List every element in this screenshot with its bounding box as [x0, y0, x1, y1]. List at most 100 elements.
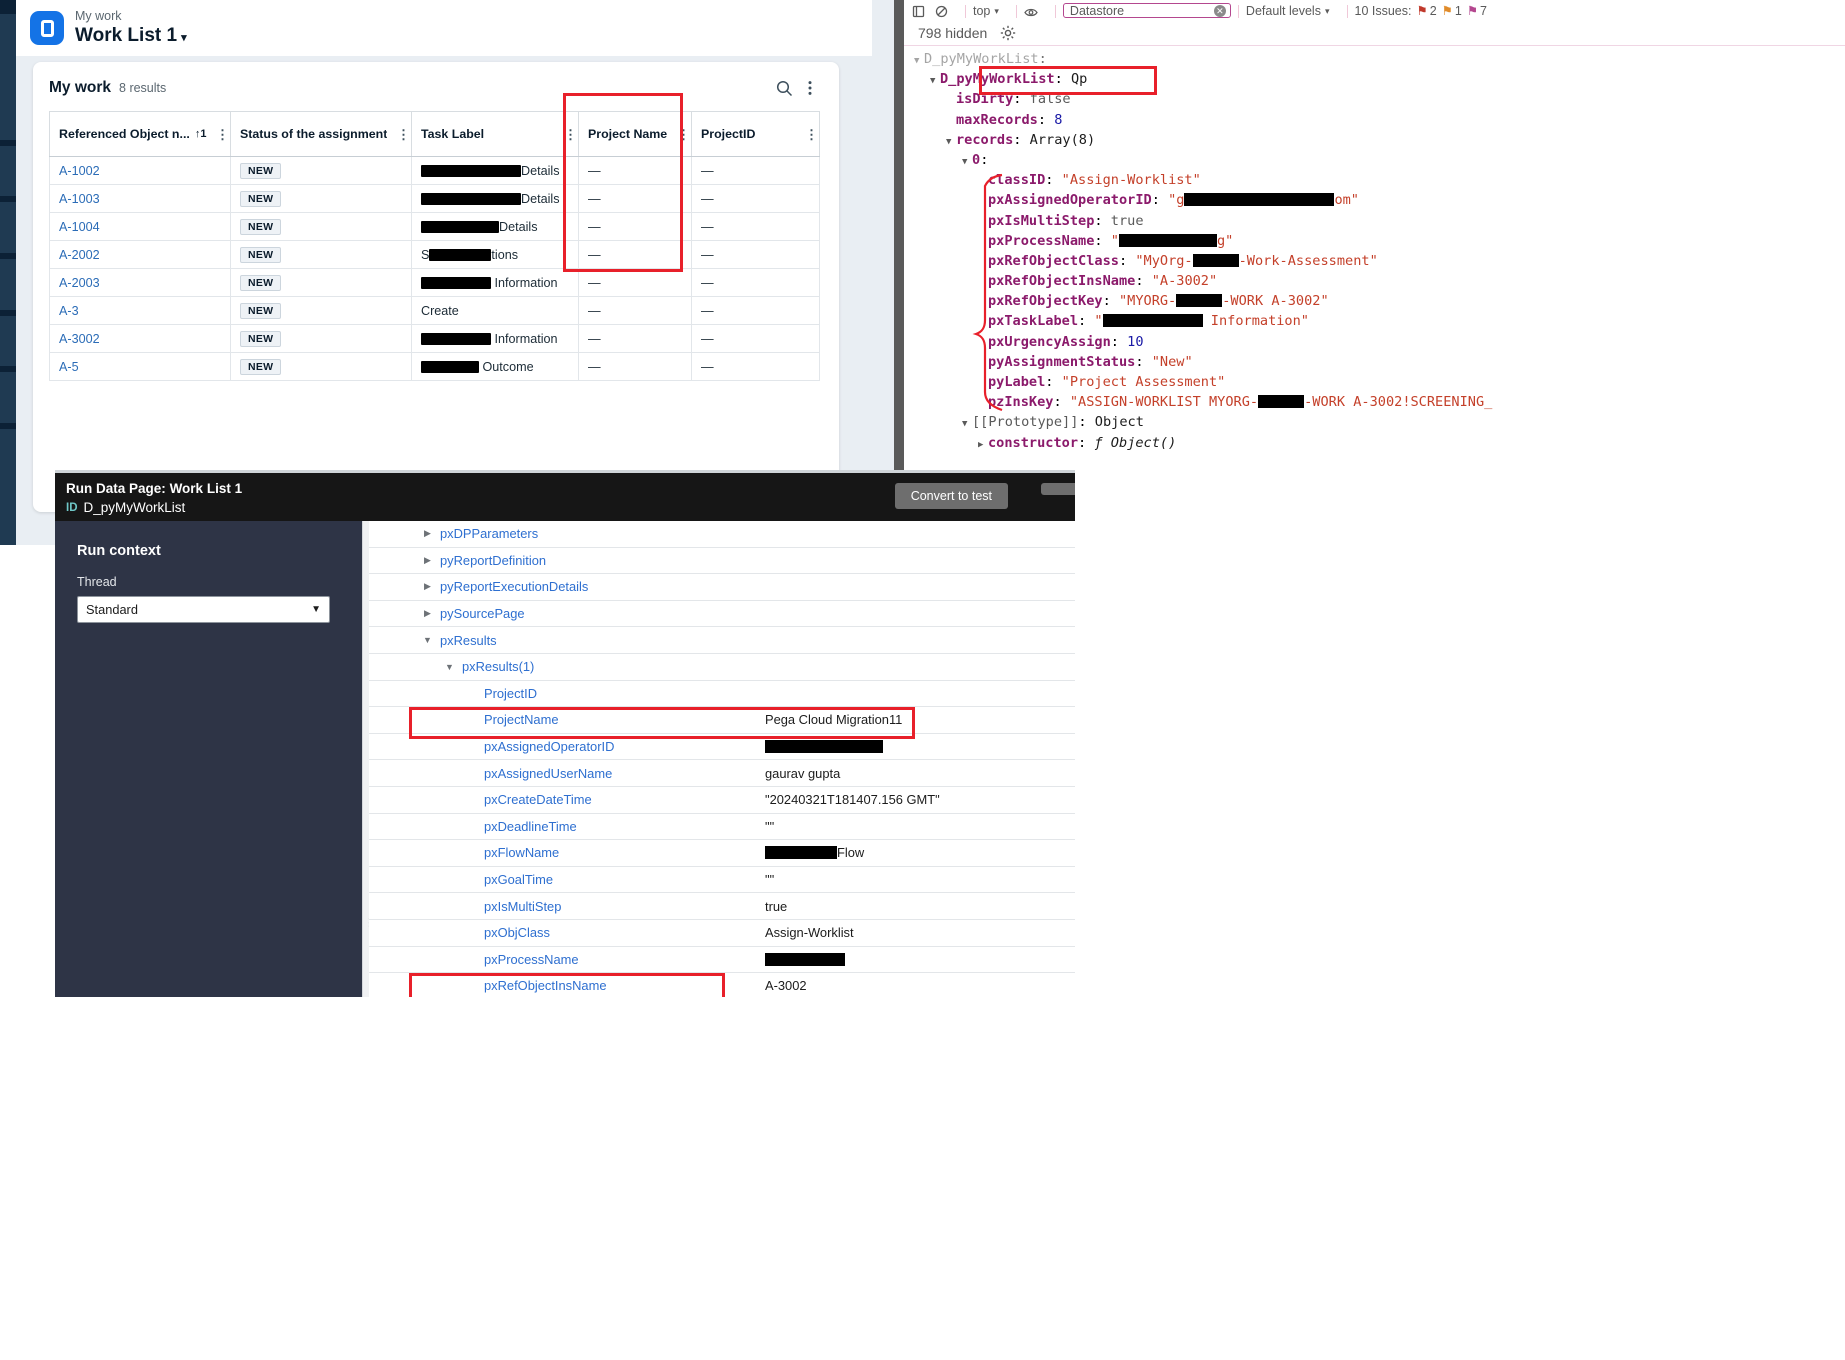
cell-referenced-object[interactable]: A-3: [49, 296, 231, 325]
console-filter-input[interactable]: Datastore ✕: [1062, 3, 1231, 18]
property-row[interactable]: pxAssignedOperatorID: [369, 734, 1075, 761]
thread-select[interactable]: Standard ▼: [77, 596, 330, 623]
table-row[interactable]: A-5 NEW Outcome — —: [49, 352, 820, 381]
property-name[interactable]: pxDeadlineTime: [484, 819, 577, 834]
clear-filter-icon[interactable]: ✕: [1213, 5, 1226, 17]
property-row[interactable]: pxDeadlineTime "": [369, 814, 1075, 841]
column-menu-icon[interactable]: ⋮: [564, 128, 577, 141]
cell-referenced-object[interactable]: A-1004: [49, 212, 231, 241]
property-name[interactable]: ProjectName: [484, 712, 559, 727]
console-line[interactable]: ▼ records: Array(8): [904, 130, 1845, 150]
expand-arrow-icon[interactable]: ▶: [421, 555, 434, 566]
table-row[interactable]: A-3 NEW Create — —: [49, 296, 820, 325]
property-row[interactable]: ProjectID: [369, 681, 1075, 708]
settings-gear-icon[interactable]: [1000, 25, 1016, 41]
cell-referenced-object[interactable]: A-1002: [49, 156, 231, 185]
filter-eye-icon[interactable]: [1024, 7, 1038, 18]
property-row[interactable]: pxFlowName Flow: [369, 840, 1075, 867]
property-row[interactable]: ▶ pxDPParameters: [369, 521, 1075, 548]
console-line[interactable]: ▼ D_pyMyWorkList:: [904, 49, 1845, 69]
column-header-referenced-object[interactable]: Referenced Object n... ↑1 ⋮: [49, 111, 231, 157]
console-line[interactable]: maxRecords: 8: [904, 110, 1845, 130]
collapse-arrow-icon[interactable]: ▼: [962, 414, 972, 434]
collapse-arrow-icon[interactable]: ▼: [443, 662, 456, 672]
property-name[interactable]: ProjectID: [484, 686, 537, 701]
clear-console-icon[interactable]: [935, 5, 948, 18]
issues-counter[interactable]: 10 Issues: ⚑ 2 ⚑ 1 ⚑ 7: [1355, 3, 1488, 19]
property-name[interactable]: pxCreateDateTime: [484, 792, 592, 807]
property-row[interactable]: pxCreateDateTime "20240321T181407.156 GMT…: [369, 787, 1075, 814]
cell-referenced-object[interactable]: A-2003: [49, 268, 231, 297]
console-line[interactable]: pzInsKey: "ASSIGN-WORKLIST MYORG- -WORK A…: [904, 392, 1845, 412]
property-name[interactable]: pyReportExecutionDetails: [440, 579, 588, 594]
console-line[interactable]: ▼ [[Prototype]]: Object: [904, 412, 1845, 432]
console-line[interactable]: ▶ constructor: ƒ Object(): [904, 433, 1845, 453]
expand-arrow-icon[interactable]: ▶: [978, 435, 988, 455]
console-line[interactable]: pxAssignedOperatorID: "g om": [904, 190, 1845, 210]
property-name[interactable]: pxObjClass: [484, 925, 550, 940]
console-line[interactable]: pyLabel: "Project Assessment": [904, 372, 1845, 392]
kebab-menu-icon[interactable]: [797, 75, 823, 101]
collapse-arrow-icon[interactable]: ▼: [914, 51, 924, 71]
property-row[interactable]: ▼ pxResults: [369, 627, 1075, 654]
table-row[interactable]: A-1003 NEW Details — —: [49, 184, 820, 213]
property-row[interactable]: pxAssignedUserName gaurav gupta: [369, 760, 1075, 787]
property-name[interactable]: pyReportDefinition: [440, 553, 546, 568]
devtools-scrollbar[interactable]: [894, 0, 904, 470]
property-name[interactable]: pxResults: [440, 633, 497, 648]
property-row[interactable]: pxObjClass Assign-Worklist: [369, 920, 1075, 947]
console-line[interactable]: pxProcessName: " g": [904, 231, 1845, 251]
table-row[interactable]: A-1004 NEW Details — —: [49, 212, 820, 241]
console-line[interactable]: pxUrgencyAssign: 10: [904, 332, 1845, 352]
expand-arrow-icon[interactable]: ▶: [421, 528, 434, 539]
column-menu-icon[interactable]: ⋮: [677, 128, 690, 141]
collapse-arrow-icon[interactable]: ▼: [962, 152, 972, 172]
expand-arrow-icon[interactable]: ▶: [421, 581, 434, 592]
property-name[interactable]: pxAssignedOperatorID: [484, 739, 614, 754]
property-row[interactable]: ProjectName Pega Cloud Migration11: [369, 707, 1075, 734]
property-row[interactable]: ▶ pyReportExecutionDetails: [369, 574, 1075, 601]
execution-context-selector[interactable]: top ▾: [973, 4, 999, 18]
property-row[interactable]: pxGoalTime "": [369, 867, 1075, 894]
sort-ascending-icon[interactable]: ↑1: [195, 128, 207, 140]
column-header-status[interactable]: Status of the assignment ⋮: [230, 111, 412, 157]
convert-to-test-button[interactable]: Convert to test: [894, 483, 1008, 509]
column-menu-icon[interactable]: ⋮: [805, 128, 818, 141]
property-row[interactable]: ▼ pxResults(1): [369, 654, 1075, 681]
console-line[interactable]: pxRefObjectKey: "MYORG- -WORK A-3002": [904, 291, 1845, 311]
property-name[interactable]: pxAssignedUserName: [484, 766, 612, 781]
cell-referenced-object[interactable]: A-2002: [49, 240, 231, 269]
console-line[interactable]: ▼ D_pyMyWorkList: Qp: [904, 69, 1845, 89]
table-row[interactable]: A-2003 NEW Information — —: [49, 268, 820, 297]
console-line[interactable]: pxTaskLabel: " Information": [904, 311, 1845, 331]
console-line[interactable]: classID: "Assign-Worklist": [904, 170, 1845, 190]
chevron-down-icon[interactable]: ▾: [181, 32, 187, 44]
column-menu-icon[interactable]: ⋮: [216, 128, 229, 141]
referenced-object-link[interactable]: A-1003: [59, 192, 100, 206]
cell-referenced-object[interactable]: A-3002: [49, 324, 231, 353]
table-row[interactable]: A-1002 NEW Details — —: [49, 156, 820, 185]
property-name[interactable]: pxFlowName: [484, 845, 559, 860]
referenced-object-link[interactable]: A-1002: [59, 164, 100, 178]
table-row[interactable]: A-3002 NEW Information — —: [49, 324, 820, 353]
referenced-object-link[interactable]: A-3: [59, 304, 79, 318]
console-line[interactable]: ▼ 0:: [904, 150, 1845, 170]
column-header-project-id[interactable]: ProjectID ⋮: [691, 111, 820, 157]
console-line[interactable]: pxRefObjectClass: "MyOrg- -Work-Assessmen…: [904, 251, 1845, 271]
property-name[interactable]: pxProcessName: [484, 952, 579, 967]
property-row[interactable]: ▶ pySourcePage: [369, 601, 1075, 628]
property-name[interactable]: pxIsMultiStep: [484, 899, 561, 914]
console-line[interactable]: isDirty: false: [904, 89, 1845, 109]
column-header-project-name[interactable]: Project Name ⋮: [578, 111, 692, 157]
expand-arrow-icon[interactable]: ▶: [421, 608, 434, 619]
property-row[interactable]: ▶ pyReportDefinition: [369, 548, 1075, 575]
property-row[interactable]: pxIsMultiStep true: [369, 893, 1075, 920]
referenced-object-link[interactable]: A-2002: [59, 248, 100, 262]
property-name[interactable]: pxGoalTime: [484, 872, 553, 887]
page-title[interactable]: Work List 1 ▾: [75, 25, 187, 47]
console-line[interactable]: pyAssignmentStatus: "New": [904, 352, 1845, 372]
preserve-log-icon[interactable]: [912, 5, 925, 18]
collapse-arrow-icon[interactable]: ▼: [930, 71, 940, 91]
collapse-arrow-icon[interactable]: ▼: [421, 635, 434, 645]
table-row[interactable]: A-2002 NEW Stions — —: [49, 240, 820, 269]
